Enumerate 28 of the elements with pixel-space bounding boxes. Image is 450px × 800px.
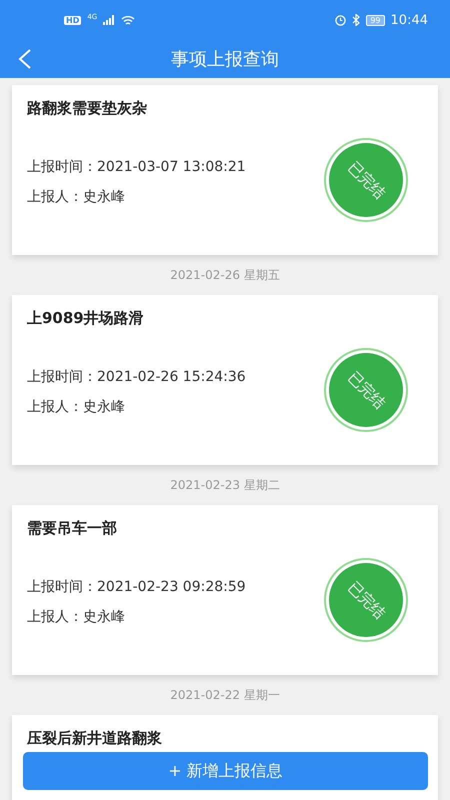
- date-label: 2021-02-22 星期一: [169, 687, 281, 704]
- report-title: 压裂后新井道路翻浆: [27, 729, 163, 748]
- status-stamp: 已完结: [324, 558, 408, 642]
- hd-indicator: HD: [64, 16, 82, 24]
- wifi-icon: [121, 14, 136, 26]
- report-title: 需要吊车一部: [27, 519, 118, 538]
- status-stamp: 已完结: [324, 348, 408, 432]
- signal-icon: [103, 15, 116, 25]
- report-card[interactable]: 上9089井场路滑 上报时间：2021-02-26 15:24:36 上报人：史永峰 已完结: [12, 295, 438, 465]
- date-label: 2021-02-26 星期五: [169, 267, 281, 284]
- page-title: 事项上报查询: [171, 48, 279, 71]
- reporter: 上报人：史永峰: [27, 398, 125, 417]
- date-label: 2021-02-23 星期二: [169, 477, 281, 494]
- battery-indicator: 99: [366, 14, 385, 26]
- report-time: 上报时间：2021-02-26 15:24:36: [27, 368, 246, 387]
- report-time: 上报时间：2021-03-07 13:08:21: [27, 158, 246, 177]
- report-title: 路翻浆需要垫灰杂: [27, 99, 148, 118]
- report-card[interactable]: 路翻浆需要垫灰杂 上报时间：2021-03-07 13:08:21 上报人：史永峰 已完结: [12, 85, 438, 255]
- alarm-icon: [335, 14, 346, 26]
- status-stamp: 已完结: [324, 138, 408, 222]
- report-time: 上报时间：2021-02-23 09:28:59: [27, 578, 246, 597]
- report-card[interactable]: 需要吊车一部 上报时间：2021-02-23 09:28:59 上报人：史永峰 已完结: [12, 505, 438, 675]
- reporter: 上报人：史永峰: [27, 188, 125, 207]
- bluetooth-icon: [352, 14, 360, 26]
- back-icon[interactable]: [18, 49, 32, 69]
- reporter: 上报人：史永峰: [27, 608, 125, 627]
- report-title: 上9089井场路滑: [27, 309, 145, 328]
- clock: 10:44: [390, 12, 428, 28]
